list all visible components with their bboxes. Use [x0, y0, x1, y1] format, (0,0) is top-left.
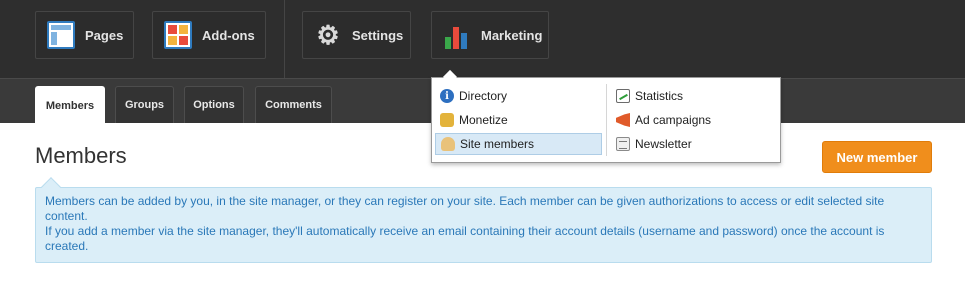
statistics-icon	[616, 89, 630, 103]
info-icon: i	[440, 89, 454, 103]
nav-marketing-label: Marketing	[481, 27, 543, 43]
new-member-button[interactable]: New member	[822, 141, 932, 173]
marketing-dropdown-menu: i Directory Monetize Site members Statis…	[431, 69, 781, 163]
tab-members[interactable]: Members	[35, 86, 105, 124]
page-title: Members	[35, 143, 127, 168]
tab-options[interactable]: Options	[184, 86, 244, 123]
top-navigation-bar: Pages Add-ons ⚙ Settings Marketing	[0, 0, 965, 78]
megaphone-icon	[616, 113, 630, 127]
menu-item-label: Monetize	[459, 113, 508, 127]
menu-item-ad-campaigns[interactable]: Ad campaigns	[611, 109, 778, 131]
info-box: Members can be added by you, in the site…	[35, 177, 932, 263]
menu-item-site-members[interactable]: Site members	[435, 133, 602, 155]
menu-item-monetize[interactable]: Monetize	[435, 109, 602, 131]
nav-pages-label: Pages	[85, 27, 124, 43]
addons-icon	[164, 21, 192, 49]
nav-divider	[284, 0, 285, 78]
menu-item-newsletter[interactable]: Newsletter	[611, 133, 778, 155]
bar-chart-icon	[443, 21, 471, 49]
menu-item-label: Directory	[459, 89, 508, 103]
pages-icon	[47, 21, 75, 49]
info-text-line-2: If you add a member via the site manager…	[45, 224, 885, 253]
menu-item-directory[interactable]: i Directory	[435, 85, 602, 107]
nav-settings-button[interactable]: ⚙ Settings	[302, 11, 411, 59]
nav-pages-button[interactable]: Pages	[35, 11, 134, 59]
newsletter-icon	[616, 137, 630, 151]
menu-item-label: Ad campaigns	[635, 113, 712, 127]
tab-groups[interactable]: Groups	[115, 86, 174, 123]
dropdown-column-divider	[606, 84, 607, 156]
menu-item-statistics[interactable]: Statistics	[611, 85, 778, 107]
nav-marketing-button[interactable]: Marketing	[431, 11, 549, 59]
nav-addons-label: Add-ons	[202, 27, 255, 43]
menu-item-label: Statistics	[635, 89, 684, 103]
menu-item-label: Site members	[460, 137, 535, 151]
users-icon	[441, 137, 455, 151]
gear-icon: ⚙	[316, 20, 340, 50]
info-text-line-1: Members can be added by you, in the site…	[45, 194, 885, 223]
tab-comments[interactable]: Comments	[255, 86, 332, 123]
nav-addons-button[interactable]: Add-ons	[152, 11, 266, 59]
nav-settings-label: Settings	[352, 27, 404, 43]
money-icon	[440, 113, 454, 127]
menu-item-label: Newsletter	[635, 137, 692, 151]
